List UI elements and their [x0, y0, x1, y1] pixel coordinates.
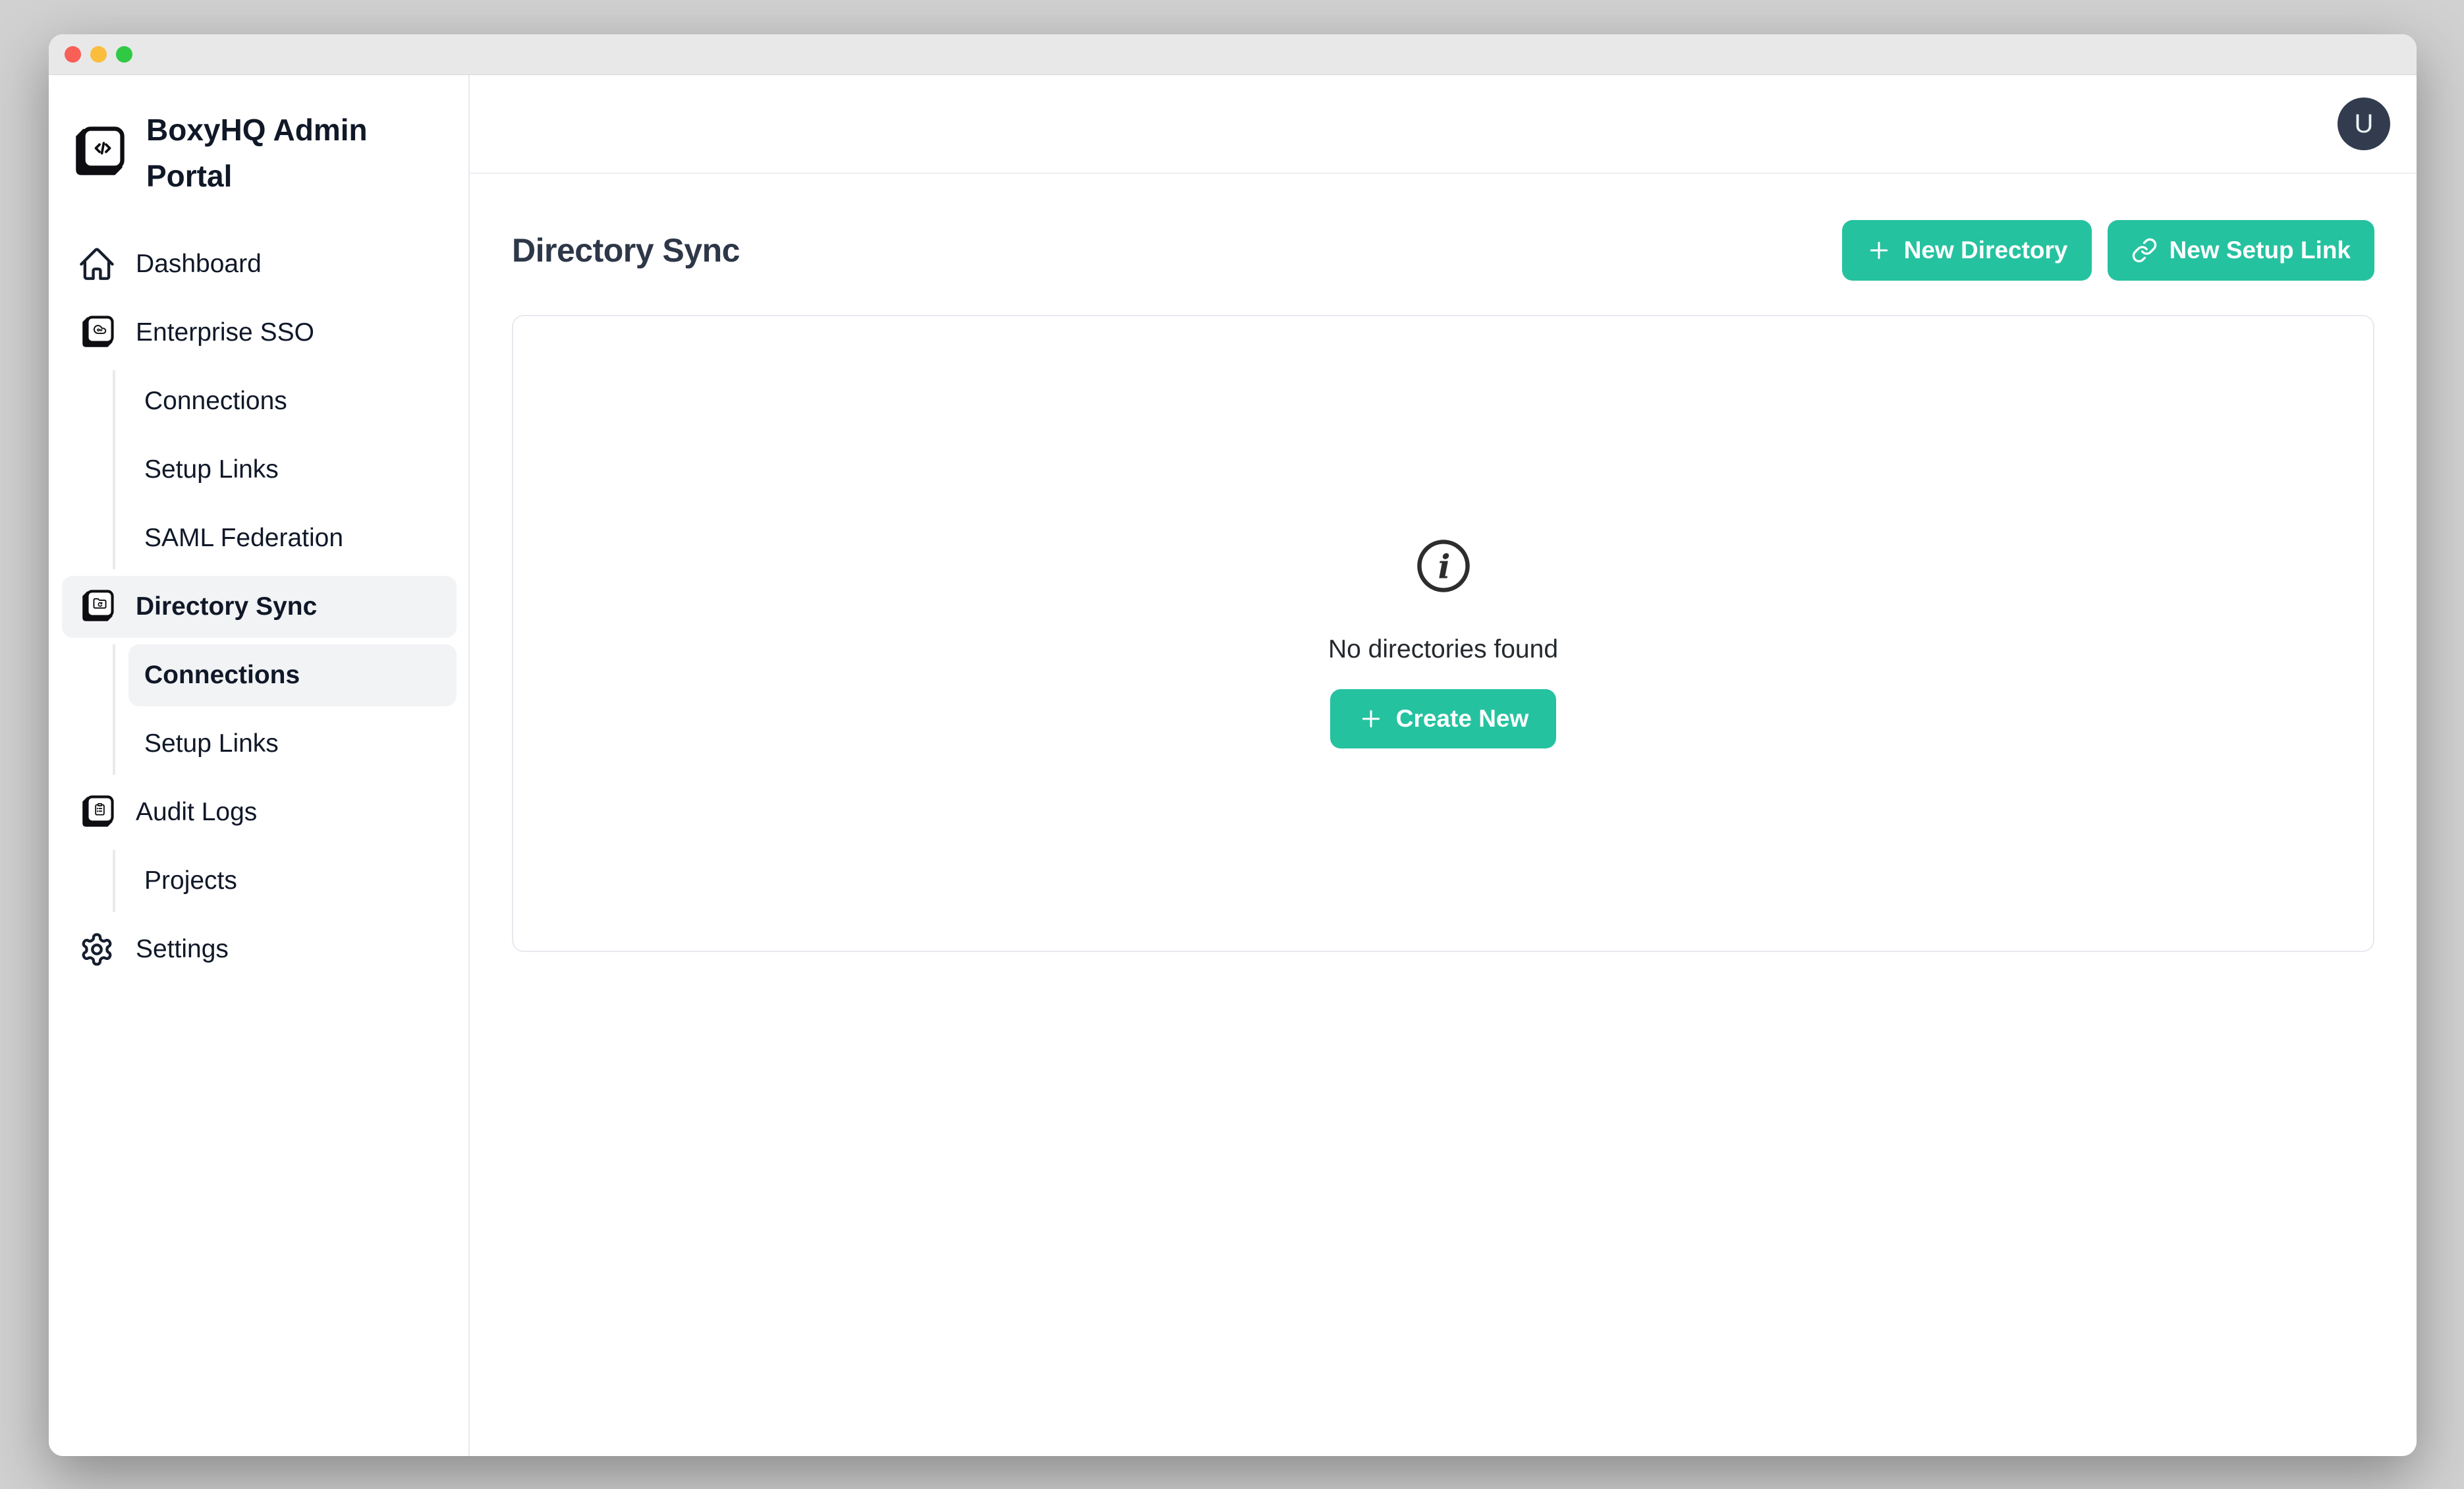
sidebar-item-sso-setup-links[interactable]: Setup Links	[128, 439, 457, 501]
sidebar-item-directory-sync[interactable]: Directory Sync	[62, 576, 457, 638]
boxyhq-logo-icon	[69, 123, 128, 183]
sidebar-item-label: Dashboard	[136, 250, 262, 279]
window-body: BoxyHQ Admin Portal Dashboard	[49, 75, 2417, 1456]
button-label: New Setup Link	[2170, 237, 2351, 264]
gear-icon	[78, 930, 116, 969]
button-label: Create New	[1396, 705, 1529, 733]
sidebar-nav: Dashboard En	[62, 233, 457, 987]
home-icon	[78, 245, 116, 283]
sidebar-item-settings[interactable]: Settings	[62, 918, 457, 980]
sidebar-item-label: Setup Links	[144, 729, 279, 758]
empty-state-message: No directories found	[1328, 635, 1558, 664]
sidebar-item-saml-federation[interactable]: SAML Federation	[128, 507, 457, 569]
sidebar-item-audit-logs[interactable]: Audit Logs	[62, 781, 457, 843]
sidebar-item-label: Connections	[144, 661, 300, 690]
plus-icon	[1358, 706, 1384, 732]
close-window-button[interactable]	[65, 46, 81, 63]
directory-sync-icon	[78, 588, 116, 626]
plus-icon	[1866, 237, 1892, 264]
sidebar-item-sso-connections[interactable]: Connections	[128, 370, 457, 432]
app-logo-link[interactable]: BoxyHQ Admin Portal	[69, 107, 455, 199]
sidebar-item-dsync-setup-links[interactable]: Setup Links	[128, 713, 457, 775]
audit-logs-icon	[78, 793, 116, 831]
info-icon: i	[1415, 538, 1472, 594]
sidebar-item-label: Enterprise SSO	[136, 318, 314, 347]
page-title: Directory Sync	[512, 231, 740, 269]
page-header-row: Directory Sync New Directory	[512, 220, 2374, 281]
main-area: U Directory Sync New Directory	[470, 75, 2417, 1456]
enterprise-sso-subnav: Connections Setup Links SAML Federation	[113, 370, 457, 569]
app-window: BoxyHQ Admin Portal Dashboard	[49, 34, 2417, 1456]
window-titlebar	[49, 34, 2417, 75]
sidebar-item-label: Projects	[144, 866, 237, 895]
sidebar-item-projects[interactable]: Projects	[128, 850, 457, 912]
sidebar-item-label: Setup Links	[144, 455, 279, 484]
enterprise-sso-icon	[78, 314, 116, 352]
maximize-window-button[interactable]	[116, 46, 132, 63]
sidebar-item-dashboard[interactable]: Dashboard	[62, 233, 457, 295]
page-actions: New Directory New Setup Link	[1842, 220, 2374, 281]
sidebar-item-label: Audit Logs	[136, 798, 257, 827]
sidebar-item-label: Directory Sync	[136, 592, 317, 621]
new-setup-link-button[interactable]: New Setup Link	[2108, 220, 2374, 281]
button-label: New Directory	[1904, 237, 2068, 264]
sidebar: BoxyHQ Admin Portal Dashboard	[49, 75, 470, 1456]
user-avatar[interactable]: U	[2338, 98, 2390, 150]
svg-text:i: i	[1438, 548, 1450, 586]
new-directory-button[interactable]: New Directory	[1842, 220, 2092, 281]
sidebar-item-label: Connections	[144, 387, 287, 416]
directories-empty-card: i No directories found Create New	[512, 315, 2374, 952]
link-icon	[2131, 237, 2158, 264]
top-header: U	[470, 75, 2417, 174]
audit-logs-subnav: Projects	[113, 850, 457, 912]
create-new-button[interactable]: Create New	[1330, 689, 1557, 748]
sidebar-item-label: Settings	[136, 935, 229, 964]
page-content: Directory Sync New Directory	[470, 174, 2417, 1456]
directory-sync-subnav: Connections Setup Links	[113, 644, 457, 775]
sidebar-item-enterprise-sso[interactable]: Enterprise SSO	[62, 302, 457, 364]
sidebar-item-dsync-connections[interactable]: Connections	[128, 644, 457, 706]
minimize-window-button[interactable]	[90, 46, 107, 63]
app-title: BoxyHQ Admin Portal	[146, 107, 377, 199]
sidebar-item-label: SAML Federation	[144, 524, 343, 553]
